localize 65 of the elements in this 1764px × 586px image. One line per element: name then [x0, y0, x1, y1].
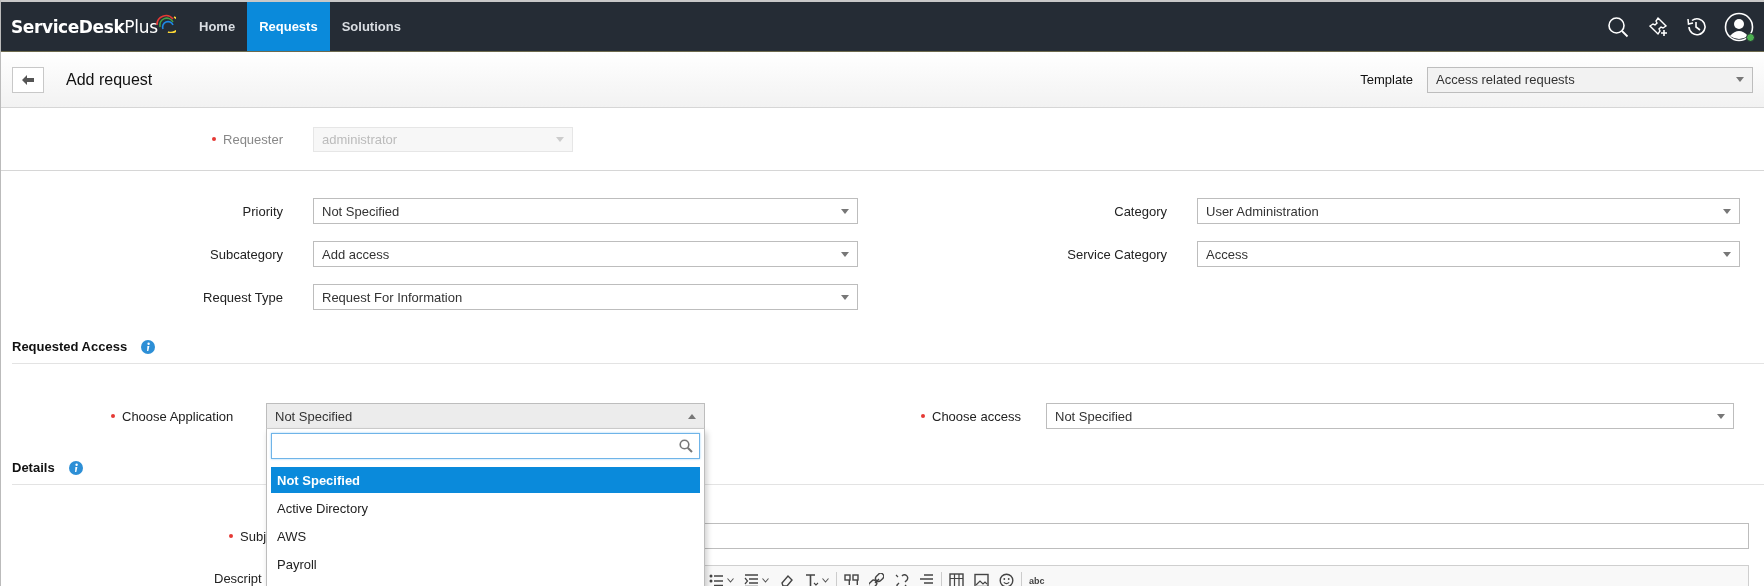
dropdown-field[interactable]: Request For Information: [313, 284, 858, 310]
table-icon: [949, 573, 964, 586]
dropdown-field[interactable]: User Administration: [1197, 198, 1740, 224]
unlink-icon: [894, 573, 909, 586]
image-icon: [974, 573, 989, 586]
field-label: Service Category: [1066, 246, 1167, 262]
requester-dropdown: administrator: [313, 126, 573, 152]
caret-icon: [556, 136, 564, 142]
field-label: Descript: [214, 571, 262, 586]
eraser-icon: [779, 573, 794, 586]
dropdown-option[interactable]: AWS: [271, 523, 700, 549]
history-icon: [1685, 15, 1707, 38]
dropdown-field[interactable]: Access: [1197, 241, 1740, 267]
field-label: Choose access: [932, 408, 1021, 424]
nav-tab[interactable]: Home: [187, 2, 248, 51]
back-button[interactable]: [12, 66, 44, 93]
emoji-icon: [999, 573, 1014, 586]
template-label: Template: [1360, 72, 1413, 87]
dropdown-field[interactable]: Not Specified: [266, 403, 705, 429]
section-heading: Details: [12, 460, 55, 475]
ticket-plus-icon: [1646, 15, 1668, 38]
caret-icon: [1736, 77, 1744, 82]
search-icon: [679, 439, 693, 453]
bullet-list-icon: [709, 573, 724, 586]
nav-tab[interactable]: Solutions: [329, 2, 413, 51]
dropdown-option[interactable]: Active Directory: [271, 495, 700, 521]
field-label: Choose Application: [122, 408, 234, 424]
field-label: Category: [1113, 203, 1167, 219]
chevron-down-icon: [762, 578, 769, 583]
field-label: Requester: [223, 131, 283, 147]
spellcheck-button[interactable]: abc: [1026, 569, 1048, 586]
align-list-icon: [919, 573, 934, 586]
dropdown-field[interactable]: Not Specified: [313, 198, 858, 224]
search-icon: [1607, 15, 1629, 38]
caret-icon: [1723, 208, 1731, 214]
nav-tab[interactable]: Requests: [247, 2, 330, 51]
caret-icon: [1717, 413, 1725, 419]
user-avatar-icon: [1724, 11, 1754, 42]
quote-icon: [844, 573, 859, 586]
link-icon: [869, 573, 884, 586]
caret-icon: [841, 208, 849, 214]
indent-icon: [744, 573, 759, 586]
field-label: Subj: [240, 528, 267, 544]
page-title: Add request: [66, 70, 153, 89]
chevron-down-icon: [727, 578, 734, 583]
caret-icon: [841, 294, 849, 300]
back-arrow-icon: [22, 74, 34, 85]
caret-icon: [841, 251, 849, 257]
search-field[interactable]: [271, 433, 700, 459]
template-dropdown[interactable]: Access related requests: [1427, 66, 1753, 93]
section-heading: Requested Access: [12, 339, 128, 354]
chevron-down-icon: [822, 578, 829, 583]
dropdown-option[interactable]: Not Specified: [271, 467, 700, 493]
field-label: Priority: [241, 203, 283, 219]
caret-icon: [1723, 251, 1731, 257]
dropdown-field[interactable]: Add access: [313, 241, 858, 267]
dropdown-field[interactable]: Not Specified: [1046, 403, 1734, 429]
dropdown-option[interactable]: Payroll: [271, 551, 700, 577]
info-icon: [141, 339, 156, 354]
clear-format-icon: [804, 573, 819, 586]
field-label: Subcategory: [209, 246, 283, 262]
field-label: Request Type: [202, 289, 283, 305]
info-icon: [68, 460, 83, 475]
logo[interactable]: ServiceDeskPlus: [1, 2, 187, 51]
caret-icon: [688, 413, 696, 419]
